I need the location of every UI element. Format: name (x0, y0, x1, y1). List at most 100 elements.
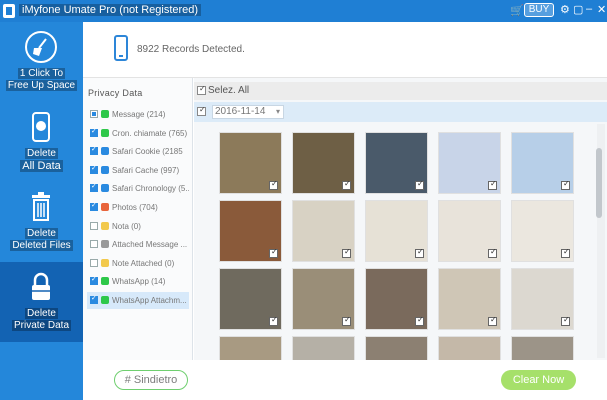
category-checkbox[interactable] (90, 164, 98, 174)
category-item[interactable]: Safari Cookie (2185 (87, 143, 189, 160)
settings-icon[interactable]: ⚙ (560, 3, 570, 16)
sidebar-item-delete-private-data[interactable]: Delete Private Data (0, 262, 83, 342)
category-item[interactable]: WhatsApp Attachm... (87, 292, 189, 309)
category-item[interactable]: Safari Cache (997) (87, 162, 189, 179)
photo-checkbox[interactable] (488, 247, 497, 258)
sidebar-item-delete-deleted-files[interactable]: Delete Deleted Files (0, 182, 83, 262)
category-app-icon (101, 221, 109, 230)
sidebar-item-label: Delete (25, 308, 58, 319)
category-app-icon (101, 258, 109, 267)
category-checkbox[interactable] (90, 294, 98, 304)
category-checkbox[interactable] (90, 221, 98, 230)
category-item[interactable]: Safari Chronology (5... (87, 180, 189, 197)
photo-checkbox[interactable] (415, 247, 424, 258)
category-checkbox[interactable] (90, 127, 98, 137)
category-item[interactable]: WhatsApp (14) (87, 273, 189, 290)
photo-checkbox[interactable] (561, 179, 570, 190)
photo-thumbnail[interactable] (292, 336, 355, 360)
scrollbar-thumb[interactable] (596, 148, 602, 218)
category-app-icon (101, 110, 109, 118)
category-label: Attached Message ... (112, 240, 188, 250)
category-item[interactable]: Cron. chiamate (765) (87, 125, 189, 142)
category-checkbox[interactable] (90, 258, 98, 267)
lock-icon (32, 272, 50, 300)
photo-thumbnail[interactable] (511, 268, 574, 330)
photo-thumbnail[interactable] (438, 200, 501, 262)
category-title: Privacy Data (88, 88, 143, 98)
photo-thumbnail[interactable] (438, 268, 501, 330)
photo-checkbox[interactable] (269, 179, 278, 190)
category-checkbox[interactable] (90, 275, 98, 286)
photo-checkbox[interactable] (415, 315, 424, 326)
photo-thumbnail[interactable] (365, 336, 428, 360)
category-label: Safari Cookie (2185 (112, 147, 183, 157)
photo-thumbnail[interactable] (219, 268, 282, 330)
photo-checkbox[interactable] (561, 247, 570, 258)
category-label: Safari Chronology (5... (112, 184, 189, 194)
category-item[interactable]: Attached Message ... (87, 236, 189, 253)
category-app-icon (101, 203, 109, 211)
header: 8922 Records Detected. (83, 22, 607, 78)
category-app-icon (101, 240, 109, 249)
category-checkbox[interactable] (90, 145, 98, 156)
category-checkbox[interactable] (90, 182, 98, 193)
category-item[interactable]: Photos (704) (87, 199, 189, 216)
category-item[interactable]: Message (214) (87, 106, 189, 123)
minimize-icon[interactable]: – (586, 3, 592, 15)
window-title: iMyfone Umate Pro (not Registered) (19, 4, 202, 16)
back-button[interactable]: # Sindietro (114, 370, 188, 390)
photo-thumbnail[interactable] (365, 132, 428, 194)
category-checkbox[interactable] (90, 201, 98, 211)
category-label: Nota (0) (112, 221, 141, 231)
sidebar-item-free-up-space[interactable]: 1 Click To Free Up Space (0, 22, 83, 102)
sidebar: 1 Click To Free Up Space Delete All Data… (0, 22, 83, 400)
date-select[interactable]: 2016-11-14 (212, 105, 284, 119)
photo-thumbnail[interactable] (511, 336, 574, 360)
category-app-icon (101, 128, 109, 137)
select-all-checkbox[interactable] (197, 84, 206, 95)
clear-now-button[interactable]: Clear Now (501, 370, 576, 390)
phone-erase-icon (32, 112, 50, 142)
photo-thumbnail[interactable] (292, 268, 355, 330)
category-app-icon (101, 277, 109, 286)
category-item[interactable]: Note Attached (0) (87, 255, 189, 272)
photo-thumbnail[interactable] (365, 268, 428, 330)
photo-thumbnail[interactable] (219, 132, 282, 194)
category-panel: Privacy Data Message (214) Cron. chiamate… (83, 78, 193, 360)
photo-checkbox[interactable] (342, 247, 351, 258)
photo-thumbnail[interactable] (292, 132, 355, 194)
photo-checkbox[interactable] (269, 247, 278, 258)
photo-checkbox[interactable] (415, 179, 424, 190)
photo-checkbox[interactable] (269, 315, 278, 326)
chat-icon[interactable]: ▢ (573, 3, 583, 16)
select-all-row[interactable]: Selez. All (194, 82, 607, 100)
sidebar-item-delete-all-data[interactable]: Delete All Data (0, 102, 83, 182)
category-item[interactable]: Nota (0) (87, 218, 189, 235)
photo-thumbnail[interactable] (292, 200, 355, 262)
category-app-icon (101, 165, 109, 174)
photo-thumbnail[interactable] (511, 200, 574, 262)
photo-checkbox[interactable] (342, 179, 351, 190)
category-checkbox[interactable] (90, 240, 98, 249)
photo-thumbnail[interactable] (365, 200, 428, 262)
category-label: Cron. chiamate (765) (112, 128, 188, 138)
cart-icon[interactable]: 🛒 (510, 4, 524, 17)
records-detected: 8922 Records Detected. (137, 44, 245, 55)
photo-thumbnail[interactable] (438, 336, 501, 360)
photo-checkbox[interactable] (488, 179, 497, 190)
photo-checkbox[interactable] (488, 315, 497, 326)
trash-icon (32, 192, 50, 221)
photo-thumbnail[interactable] (438, 132, 501, 194)
photo-checkbox[interactable] (342, 315, 351, 326)
photo-thumbnail[interactable] (511, 132, 574, 194)
category-app-icon (101, 296, 109, 304)
photo-checkbox[interactable] (561, 315, 570, 326)
close-icon[interactable]: ✕ (597, 3, 606, 16)
buy-button[interactable]: BUY (524, 3, 554, 17)
photo-thumbnail[interactable] (219, 336, 282, 360)
sidebar-item-label: Deleted Files (10, 240, 73, 251)
photo-thumbnail[interactable] (219, 200, 282, 262)
date-group-row: 2016-11-14 (194, 102, 607, 122)
category-checkbox[interactable] (90, 110, 98, 118)
date-group-checkbox[interactable] (197, 105, 206, 116)
